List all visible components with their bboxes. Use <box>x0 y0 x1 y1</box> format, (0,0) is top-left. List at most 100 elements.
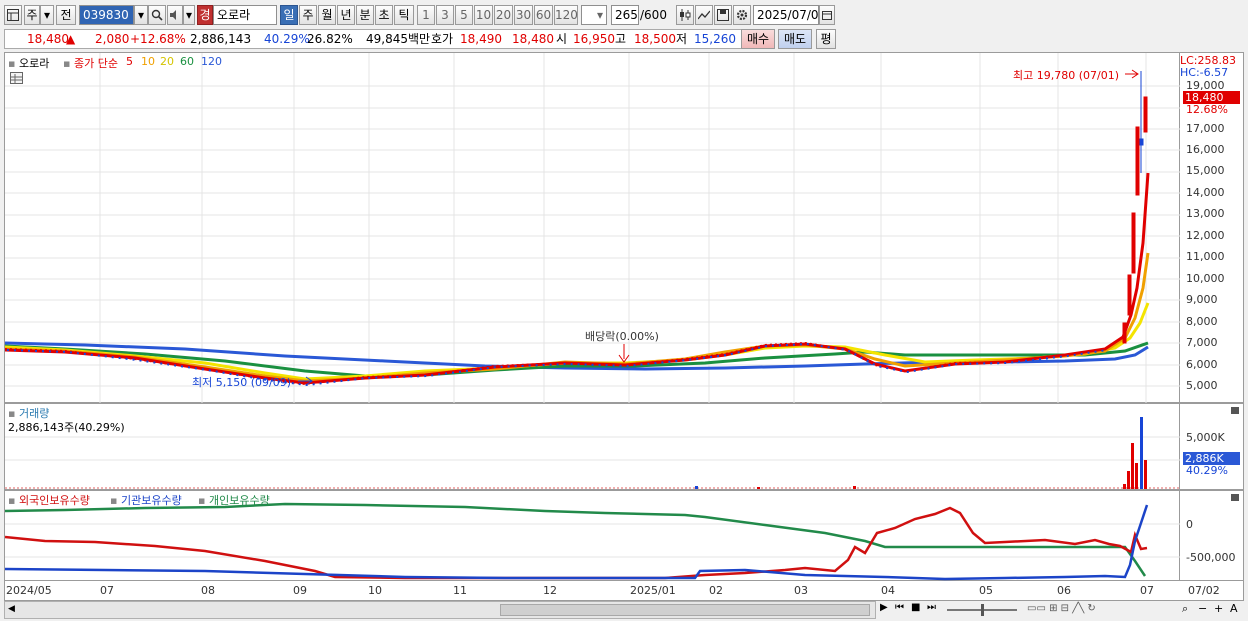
zoom-in-icon[interactable]: + <box>1214 602 1223 615</box>
high-price: 18,500 <box>634 32 676 46</box>
draw-tool-icon[interactable] <box>695 5 713 25</box>
layout-toggle-icons[interactable]: ▭▭ ⊞ ⊟ ╱╲ ↻ <box>1027 603 1096 614</box>
y-tick-15000: 15,000 <box>1186 164 1225 177</box>
period-year[interactable]: 년 <box>337 5 355 25</box>
legend-individual[interactable]: ▪ 개인보유수량 <box>198 492 270 508</box>
holdings-y-tick-neg500k: -500,000 <box>1186 551 1236 564</box>
ma-legend-10: 10 <box>141 55 155 68</box>
interval-30[interactable]: 30 <box>514 5 533 25</box>
x-label-09: 09 <box>293 584 307 597</box>
y-tick-14000: 14,000 <box>1186 186 1225 199</box>
buy-button[interactable]: 매수 <box>741 29 775 49</box>
interval-20[interactable]: 20 <box>494 5 513 25</box>
zoom-slider-handle[interactable] <box>981 604 984 616</box>
foreign-holdings-line <box>5 506 1148 580</box>
table-icon[interactable] <box>10 72 23 84</box>
stock-name-field[interactable]: 오로라 <box>213 5 277 25</box>
price-chart-panel[interactable]: ▪ 오로라 ▪ 종가 단순 5 10 20 60 120 최고 19,780 (… <box>4 52 1181 404</box>
scroll-left-icon[interactable]: ◀ <box>8 604 15 614</box>
zoom-search-icon[interactable]: ⌕ <box>1182 602 1188 616</box>
y-tick-6000: 6,000 <box>1186 358 1218 371</box>
x-label-11: 11 <box>453 584 467 597</box>
bid-price: 18,480 <box>512 32 554 46</box>
prev-button[interactable]: 전 <box>56 5 76 25</box>
rewind-icon[interactable]: ⏮ <box>895 602 904 613</box>
x-label-04: 04 <box>881 584 895 597</box>
holdings-y-axis[interactable]: 0 -500,000 <box>1180 490 1244 581</box>
holdings-panel[interactable]: ▪ 외국인보유수량 ▪ 기관보유수량 ▪ 개인보유수량 <box>4 490 1181 581</box>
hc-label: HC:-6.57 <box>1180 66 1229 79</box>
ma-legend-prefix[interactable]: ▪ 종가 단순 <box>63 55 118 71</box>
period-month[interactable]: 월 <box>318 5 336 25</box>
gear-icon[interactable] <box>733 5 751 25</box>
calendar-icon[interactable] <box>819 5 835 25</box>
speaker-dropdown-icon[interactable]: ▾ <box>183 5 195 25</box>
ma-legend-20: 20 <box>160 55 174 68</box>
fast-forward-icon[interactable]: ⏭ <box>927 602 936 613</box>
volume-y-axis[interactable]: 5,000K 2,886K 40.29% <box>1180 403 1244 490</box>
period-week[interactable]: 주 <box>299 5 317 25</box>
speaker-icon[interactable] <box>167 5 183 25</box>
x-label-10: 10 <box>368 584 382 597</box>
period-tick[interactable]: 틱 <box>394 5 414 25</box>
volume-current-pct: 40.29% <box>1186 464 1228 477</box>
period-dropdown-icon[interactable]: ▾ <box>40 5 54 25</box>
period-second[interactable]: 초 <box>375 5 393 25</box>
volume-panel[interactable]: ▪ 거래량 2,886,143주(40.29%) <box>4 403 1181 490</box>
y-tick-13000: 13,000 <box>1186 207 1225 220</box>
interval-5[interactable]: 5 <box>455 5 473 25</box>
scrollbar-thumb[interactable] <box>500 604 870 616</box>
save-icon[interactable] <box>714 5 732 25</box>
low-label: 저 <box>676 32 688 46</box>
zoom-out-icon[interactable]: − <box>1198 602 1207 615</box>
stock-badge: 경 <box>197 5 213 25</box>
chart-legend-name[interactable]: ▪ 오로라 <box>8 55 49 71</box>
date-input[interactable]: 2025/07/02 <box>753 5 826 25</box>
candle-icon[interactable] <box>676 5 694 25</box>
data-count-input[interactable]: 265 <box>611 5 639 25</box>
interval-1[interactable]: 1 <box>417 5 435 25</box>
y-tick-7000: 7,000 <box>1186 336 1218 349</box>
play-icon[interactable]: ▶ <box>880 602 888 613</box>
interval-10[interactable]: 10 <box>474 5 493 25</box>
x-label-03: 03 <box>794 584 808 597</box>
high-label: 고 <box>615 32 627 46</box>
x-current-date: 07/02 <box>1188 584 1220 597</box>
eval-button[interactable]: 평 <box>816 29 836 49</box>
interval-3[interactable]: 3 <box>436 5 454 25</box>
ma-legend-120: 120 <box>201 55 222 68</box>
stop-icon[interactable]: ■ <box>911 602 920 613</box>
period-minute[interactable]: 분 <box>356 5 374 25</box>
ma5-line <box>5 172 1150 385</box>
ask-price: 18,490 <box>460 32 502 46</box>
y-tick-5000: 5,000 <box>1186 379 1218 392</box>
price-gridlines <box>5 53 1181 404</box>
sell-button[interactable]: 매도 <box>778 29 812 49</box>
y-tick-12000: 12,000 <box>1186 229 1225 242</box>
search-icon[interactable] <box>148 5 166 25</box>
open-label: 시 <box>556 32 568 46</box>
horizontal-scrollbar[interactable]: ◀ <box>4 601 876 619</box>
interval-120[interactable]: 120 <box>554 5 578 25</box>
period-type-select[interactable]: 주 <box>24 5 40 25</box>
interval-60[interactable]: 60 <box>534 5 553 25</box>
data-count-total: /600 <box>640 8 667 22</box>
interval-dropdown-icon[interactable]: ▾ <box>594 6 606 24</box>
current-pct-label: 12.68% <box>1186 103 1228 116</box>
stock-code-input[interactable]: 039830 <box>79 5 134 25</box>
layout-icon[interactable] <box>4 5 22 25</box>
price-y-axis[interactable]: LC:258.83 HC:-6.57 19,000 18,480 12.68% … <box>1180 52 1244 403</box>
y-tick-16000: 16,000 <box>1186 143 1225 156</box>
ma-legend-60: 60 <box>180 55 194 68</box>
open-price: 16,950 <box>573 32 615 46</box>
auto-scale-icon[interactable]: A <box>1230 602 1238 615</box>
volume-value-label: 2,886,143주(40.29%) <box>8 421 125 434</box>
low-price: 15,260 <box>694 32 736 46</box>
code-dropdown-icon[interactable]: ▾ <box>134 5 148 25</box>
period-day[interactable]: 일 <box>280 5 298 25</box>
maximize-volume-icon[interactable] <box>1231 407 1239 414</box>
y-tick-17000: 17,000 <box>1186 122 1225 135</box>
maximize-holdings-icon[interactable] <box>1231 494 1239 501</box>
legend-institution[interactable]: ▪ 기관보유수량 <box>110 492 182 508</box>
legend-foreign[interactable]: ▪ 외국인보유수량 <box>8 492 90 508</box>
